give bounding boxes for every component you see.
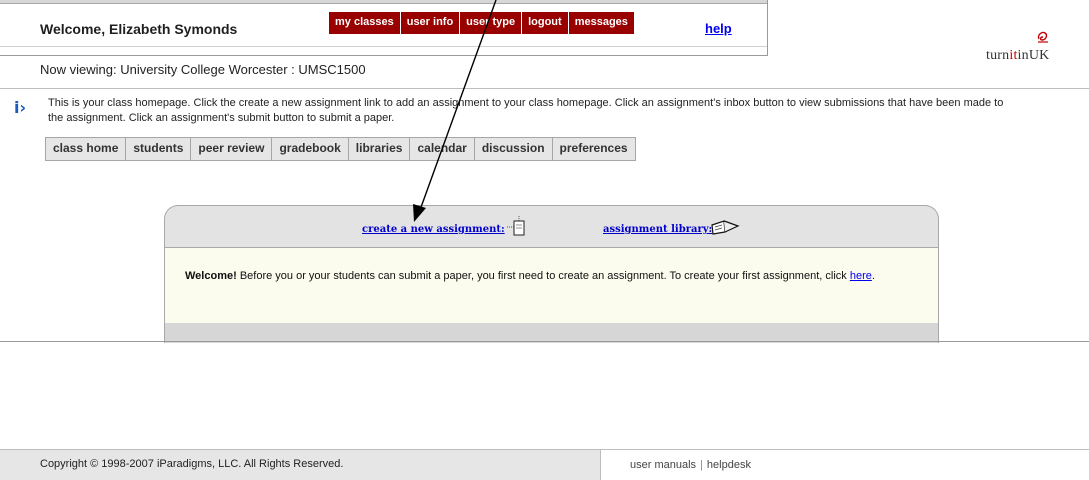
nav-user-info[interactable]: user info: [400, 12, 461, 34]
create-assignment-link[interactable]: create a new assignment:: [362, 224, 505, 235]
top-nav: my classes user info user type logout me…: [329, 12, 635, 34]
turnitin-logo-icon: [1037, 31, 1048, 43]
assignment-library-link[interactable]: assignment library:: [603, 224, 712, 235]
assignment-panel-header: create a new assignment: assignment libr…: [164, 205, 939, 248]
header-divider: [0, 46, 767, 47]
nav-my-classes[interactable]: my classes: [329, 12, 401, 34]
tab-peer-review[interactable]: peer review: [191, 138, 273, 160]
welcome-body: Before you or your students can submit a…: [236, 270, 850, 282]
welcome-text: Welcome, Elizabeth Symonds: [40, 21, 238, 37]
nav-messages[interactable]: messages: [568, 12, 635, 34]
turnitin-logo: turnitinUK: [986, 48, 1049, 64]
tab-class-home[interactable]: class home: [46, 138, 127, 160]
user-manuals-link[interactable]: user manuals: [630, 459, 696, 471]
welcome-period: .: [871, 270, 875, 282]
tab-libraries[interactable]: libraries: [349, 138, 411, 160]
tab-calendar[interactable]: calendar: [410, 138, 475, 160]
info-icon: i›: [14, 98, 27, 117]
welcome-message: Welcome! Before you or your students can…: [185, 270, 925, 283]
here-link[interactable]: here: [850, 270, 872, 282]
logo-accent: it: [1009, 48, 1018, 63]
divider: [0, 341, 1089, 342]
tab-discussion[interactable]: discussion: [475, 138, 553, 160]
assignment-panel-footer: [164, 323, 939, 343]
open-book-icon[interactable]: [710, 219, 740, 235]
tab-preferences[interactable]: preferences: [553, 138, 635, 160]
welcome-bold: Welcome!: [185, 270, 237, 282]
tab-students[interactable]: students: [126, 138, 192, 160]
footer-links: user manuals | helpdesk: [630, 459, 751, 471]
header-top-border: [0, 0, 767, 4]
nav-user-type[interactable]: user type: [460, 12, 523, 34]
info-text: This is your class homepage. Click the c…: [48, 97, 1004, 124]
logo-prefix: turn: [986, 48, 1010, 63]
tab-gradebook[interactable]: gradebook: [272, 138, 349, 160]
now-viewing-text: Now viewing: University College Worceste…: [40, 62, 366, 77]
helpdesk-link[interactable]: helpdesk: [707, 459, 751, 471]
assignment-panel: create a new assignment: assignment libr…: [164, 205, 939, 343]
welcome-message-area: Welcome! Before you or your students can…: [164, 247, 939, 324]
footer-separator: |: [700, 459, 703, 471]
divider: [0, 88, 1089, 89]
logo-region: UK: [1028, 48, 1050, 63]
class-tabs: class home students peer review gradeboo…: [45, 137, 636, 161]
help-link[interactable]: help: [705, 21, 732, 36]
nav-logout[interactable]: logout: [522, 12, 569, 34]
copyright-text: Copyright © 1998-2007 iParadigms, LLC. A…: [40, 458, 344, 470]
logo-suffix: in: [1017, 48, 1029, 63]
new-document-icon[interactable]: [505, 215, 527, 237]
